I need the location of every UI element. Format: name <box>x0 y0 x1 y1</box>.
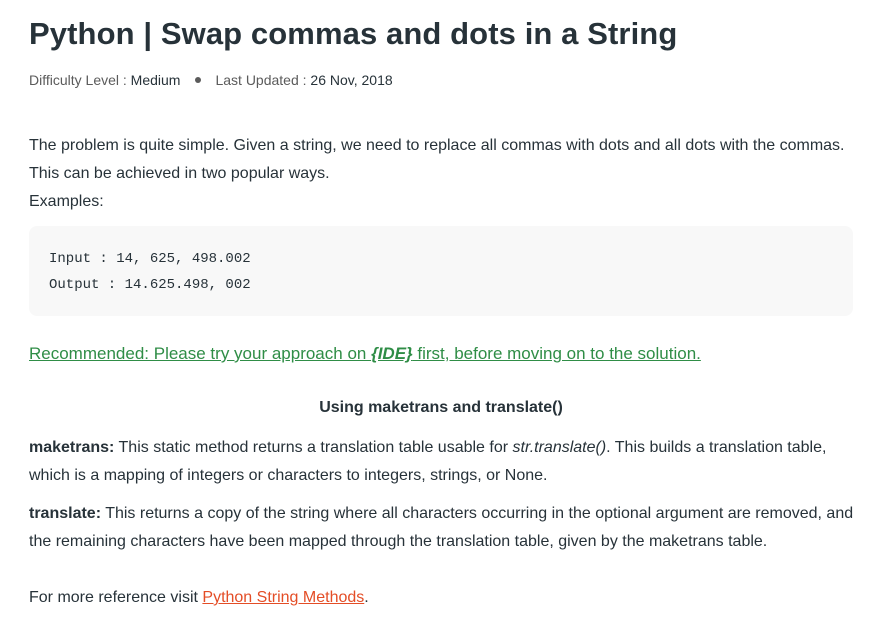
separator-dot-icon <box>195 77 202 84</box>
translate-paragraph: translate: This returns a copy of the st… <box>29 500 859 556</box>
code-output-line: Output : 14.625.498, 002 <box>49 277 251 293</box>
maketrans-paragraph: maketrans: This static method returns a … <box>29 434 859 490</box>
article-page: Python | Swap commas and dots in a Strin… <box>0 0 895 623</box>
updated-value: 26 Nov, 2018 <box>310 72 393 88</box>
intro-text: The problem is quite simple. Given a str… <box>29 137 845 182</box>
recommended-prefix: Recommended: Please try your approach on <box>29 344 372 363</box>
translate-term: translate: <box>29 505 102 522</box>
difficulty-label: Difficulty Level : <box>29 72 131 88</box>
page-title: Python | Swap commas and dots in a Strin… <box>29 16 678 51</box>
recommended-suffix: first, before moving on to the solution. <box>412 344 701 363</box>
reference-paragraph: For more reference visit Python String M… <box>29 584 859 612</box>
maketrans-italic: str.translate() <box>512 439 607 456</box>
updated-label: Last Updated : <box>215 72 311 88</box>
code-example-block: Input : 14, 625, 498.002 Output : 14.625… <box>29 226 853 316</box>
recommended-ide-link[interactable]: Recommended: Please try your approach on… <box>29 344 701 364</box>
code-input-line: Input : 14, 625, 498.002 <box>49 251 251 267</box>
difficulty-value: Medium <box>130 72 181 88</box>
translate-text: This returns a copy of the string where … <box>29 505 854 550</box>
ide-label: {IDE} <box>371 344 413 363</box>
reference-prefix: For more reference visit <box>29 589 203 606</box>
article-meta: Difficulty Level : Medium Last Updated : … <box>29 72 393 88</box>
section-heading: Using maketrans and translate() <box>319 399 563 416</box>
examples-label: Examples: <box>29 193 104 210</box>
python-string-methods-link[interactable]: Python String Methods <box>202 589 364 606</box>
reference-suffix: . <box>364 589 369 606</box>
maketrans-text-before: This static method returns a translation… <box>114 439 513 456</box>
intro-paragraph: The problem is quite simple. Given a str… <box>29 132 859 216</box>
maketrans-term: maketrans: <box>29 439 115 456</box>
